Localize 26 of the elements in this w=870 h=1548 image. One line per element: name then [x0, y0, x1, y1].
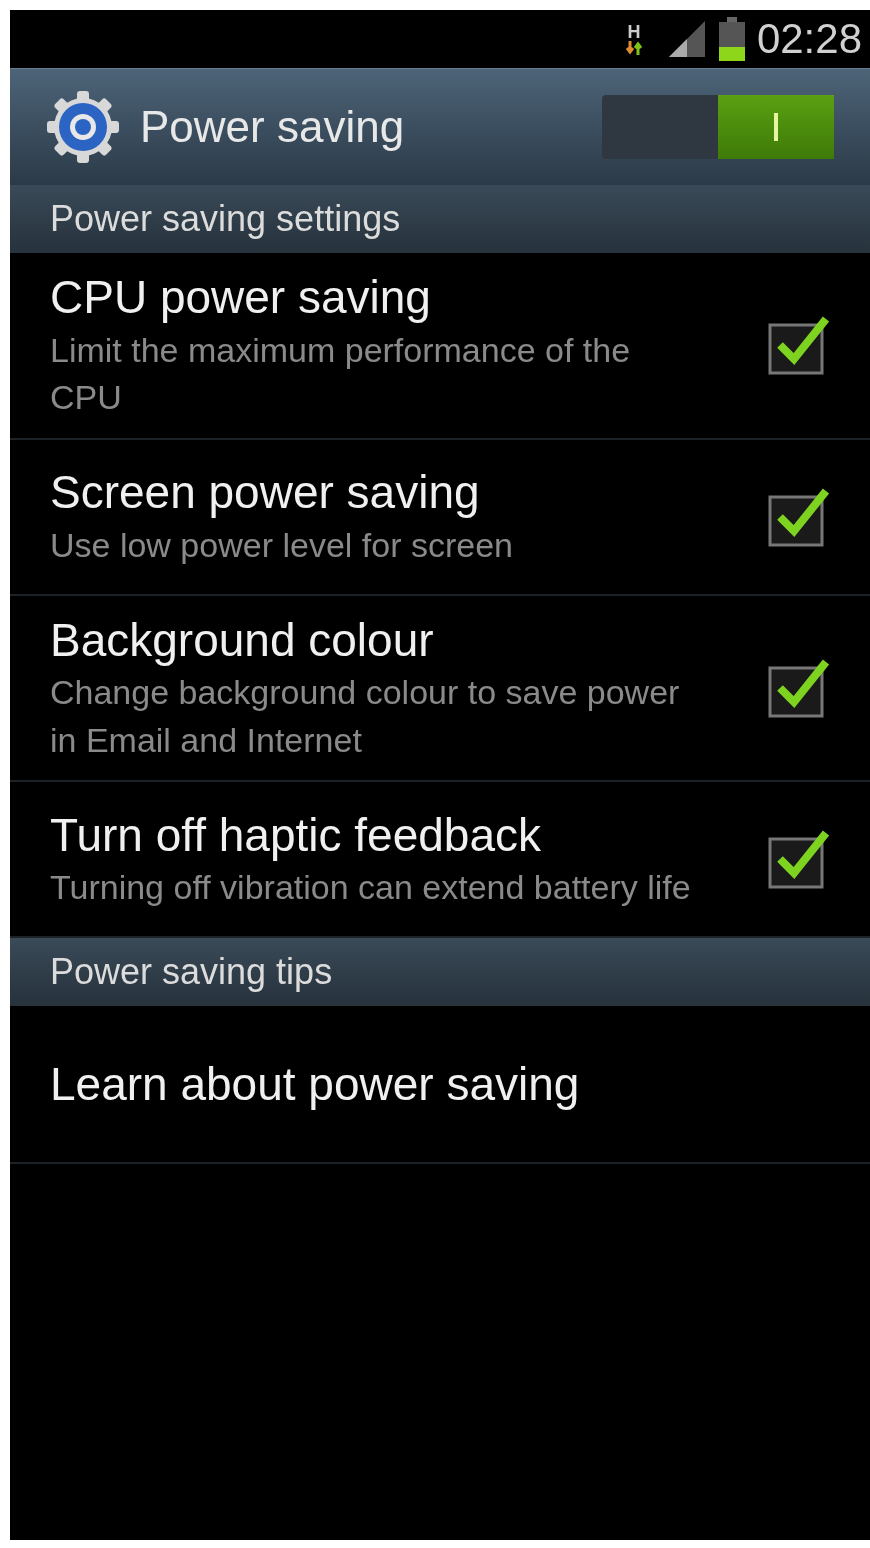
checkbox[interactable]: [768, 829, 830, 890]
section-header: Power saving settings: [10, 185, 870, 253]
checkbox[interactable]: [768, 658, 830, 719]
settings-row[interactable]: Screen power saving Use low power level for screen: [10, 439, 870, 596]
section-header: Power saving tips: [10, 938, 870, 1007]
settings-row[interactable]: Learn about power saving: [10, 1006, 870, 1165]
setting-title: CPU power saving: [50, 270, 432, 325]
checkbox[interactable]: [768, 315, 830, 376]
data-arrows-icon: [624, 41, 643, 55]
setting-title: Learn about power saving: [50, 1056, 581, 1112]
settings-row[interactable]: CPU power saving Limit the maximum performance of the CPU: [10, 253, 870, 440]
setting-title: Background colour: [50, 612, 435, 668]
setting-title: Screen power saving: [50, 465, 481, 521]
power-saving-switch[interactable]: [602, 95, 834, 159]
setting-summary: Change background colour to save power in Email and Internet: [50, 672, 681, 761]
checkbox[interactable]: [768, 486, 830, 547]
clock: 02:28: [756, 18, 862, 60]
screen-title: Power saving: [140, 101, 405, 153]
battery-icon: [718, 17, 745, 61]
setting-summary: Turning off vibration can extend battery life: [50, 867, 692, 909]
settings-row[interactable]: Background colour Change background colour to save power in Email and Internet: [10, 595, 870, 783]
setting-summary: Limit the maximum performance of the CPU: [50, 329, 632, 419]
gear-icon: [46, 90, 120, 164]
setting-title: Turn off haptic feedback: [50, 807, 542, 863]
setting-summary: Use low power level for screen: [50, 524, 514, 566]
network-type-label: H: [627, 23, 641, 41]
